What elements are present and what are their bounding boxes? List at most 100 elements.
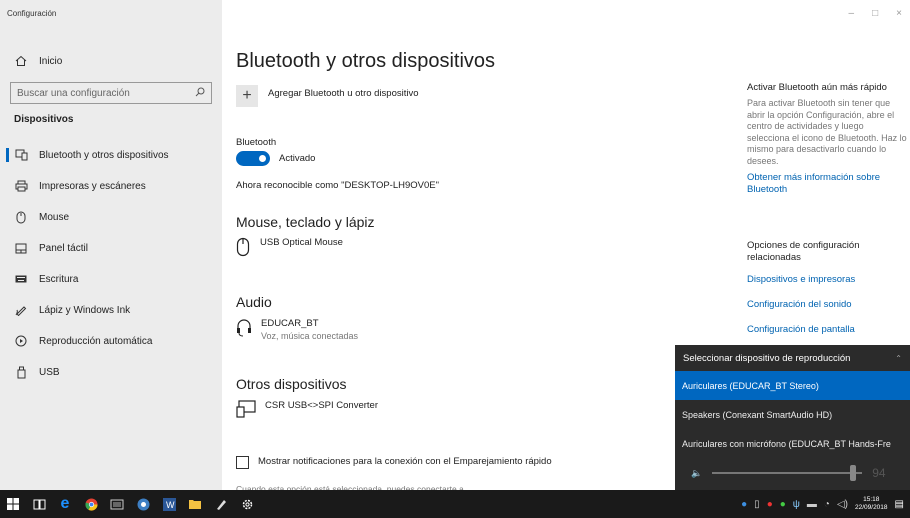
sidebar-item-printers[interactable]: Impresoras y escáneres: [0, 173, 222, 199]
sidebar-item-autoplay[interactable]: Reproducción automática: [0, 328, 222, 354]
sidebar-item-label: Bluetooth y otros dispositivos: [39, 149, 169, 161]
sidebar-item-bluetooth[interactable]: Bluetooth y otros dispositivos: [0, 142, 222, 168]
action-center-icon[interactable]: ▤: [895, 499, 904, 510]
bluetooth-toggle-row: Activado: [236, 151, 315, 166]
device-item-headset[interactable]: EDUCAR_BT Voz, música conectadas: [236, 318, 358, 343]
device-name: EDUCAR_BT: [261, 318, 319, 329]
settings-sidebar: Configuración Inicio Buscar una configur…: [0, 0, 222, 490]
related-settings-panel: Opciones de configuración relacionadas D…: [747, 240, 907, 335]
page-title: Bluetooth y otros dispositivos: [236, 50, 496, 72]
window-controls: – □ ×: [849, 8, 902, 19]
sidebar-item-label: Panel táctil: [39, 242, 88, 254]
home-icon: [14, 54, 28, 68]
link-display-settings[interactable]: Configuración de pantalla: [747, 324, 907, 335]
playback-device-item[interactable]: Auriculares (EDUCAR_BT Stereo): [675, 371, 910, 400]
tip-link[interactable]: Obtener más información sobre Bluetooth: [747, 172, 907, 196]
chevron-up-icon: ⌃: [895, 353, 902, 363]
tray-app-icon[interactable]: ●: [780, 499, 786, 510]
app-icon-blue[interactable]: [130, 490, 156, 518]
close-button[interactable]: ×: [896, 8, 902, 19]
bluetooth-toggle[interactable]: [236, 151, 270, 166]
device-item-converter[interactable]: CSR USB<>SPI Converter: [236, 400, 378, 423]
sidebar-item-pen[interactable]: Lápiz y Windows Ink: [0, 297, 222, 323]
edge-icon[interactable]: e: [52, 490, 78, 518]
sidebar-item-label: Escritura: [39, 273, 79, 285]
search-icon: [195, 87, 205, 100]
volume-slider[interactable]: [712, 465, 863, 481]
start-button[interactable]: [0, 490, 26, 518]
sidebar-item-label: Lápiz y Windows Ink: [39, 304, 131, 316]
keyboard-icon: [14, 272, 28, 286]
add-device-label: Agregar Bluetooth u otro dispositivo: [268, 87, 419, 99]
usb-icon: [14, 365, 28, 379]
related-title: Opciones de configuración relacionadas: [747, 240, 860, 263]
autoplay-icon: [14, 334, 28, 348]
battery-icon[interactable]: ▬: [807, 499, 817, 510]
volume-row: 🔈 94: [675, 458, 910, 488]
touchpad-icon: [14, 241, 28, 255]
device-icon: [236, 400, 256, 423]
mouse-icon: [14, 210, 28, 224]
link-devices-printers[interactable]: Dispositivos e impresoras: [747, 274, 907, 285]
clock[interactable]: 15:18 22/09/2018: [855, 496, 888, 512]
sidebar-item-mouse[interactable]: Mouse: [0, 204, 222, 230]
media-player-icon[interactable]: [104, 490, 130, 518]
clock-date: 22/09/2018: [855, 504, 888, 511]
sidebar-item-home[interactable]: Inicio: [0, 48, 222, 74]
device-name: CSR USB<>SPI Converter: [265, 400, 378, 411]
sidebar-item-usb[interactable]: USB: [0, 359, 222, 385]
other-section-title: Otros dispositivos: [236, 376, 347, 392]
headset-icon: [236, 318, 252, 343]
add-device-button[interactable]: + Agregar Bluetooth u otro dispositivo: [236, 85, 419, 107]
sidebar-item-label: Mouse: [39, 211, 70, 223]
sidebar-item-label: USB: [39, 366, 60, 378]
bluetooth-tray-icon[interactable]: ●: [741, 499, 747, 510]
swift-pair-label: Mostrar notificaciones para la conexión …: [258, 456, 552, 467]
sidebar-item-label: Impresoras y escáneres: [39, 180, 146, 192]
task-view-icon[interactable]: [26, 490, 52, 518]
mouse-icon: [236, 237, 250, 262]
word-icon[interactable]: W: [156, 490, 182, 518]
svg-text:W: W: [166, 500, 175, 510]
playback-device-item[interactable]: Auriculares con micrófono (EDUCAR_BT Han…: [675, 429, 910, 458]
paint-icon[interactable]: [208, 490, 234, 518]
volume-tray-icon[interactable]: ◁): [837, 499, 848, 510]
playback-device-flyout: Seleccionar dispositivo de reproducción …: [675, 345, 910, 490]
bluetooth-state: Activado: [279, 153, 316, 164]
swift-pair-row: Mostrar notificaciones para la conexión …: [236, 456, 566, 469]
playback-device-item[interactable]: Speakers (Conexant SmartAudio HD): [675, 400, 910, 429]
bluetooth-device-icon: [14, 148, 28, 162]
plus-icon: +: [236, 85, 258, 107]
sidebar-item-label: Inicio: [39, 55, 63, 67]
flyout-header[interactable]: Seleccionar dispositivo de reproducción …: [675, 345, 910, 371]
volume-value: 94: [872, 466, 886, 480]
search-input[interactable]: Buscar una configuración: [10, 82, 212, 104]
device-status: Voz, música conectadas: [261, 331, 359, 341]
mouse-section-title: Mouse, teclado y lápiz: [236, 214, 375, 230]
link-sound-settings[interactable]: Configuración del sonido: [747, 299, 907, 310]
network-icon[interactable]: ◔: [824, 499, 830, 510]
swift-pair-checkbox[interactable]: [236, 456, 249, 469]
flyout-title: Seleccionar dispositivo de reproducción: [683, 352, 851, 364]
settings-gear-icon[interactable]: [234, 490, 260, 518]
volume-slider-thumb[interactable]: [850, 465, 857, 481]
sidebar-item-touchpad[interactable]: Panel táctil: [0, 235, 222, 261]
usb-tray-icon[interactable]: ψ: [793, 499, 800, 510]
tray-icon[interactable]: ▯: [754, 499, 760, 510]
discoverable-text: Ahora reconocible como "DESKTOP-LH9OV0E": [236, 180, 439, 191]
minimize-button[interactable]: –: [849, 8, 855, 19]
sidebar-item-typing[interactable]: Escritura: [0, 266, 222, 292]
device-item-mouse[interactable]: USB Optical Mouse: [236, 237, 343, 262]
sidebar-section-title: Dispositivos: [14, 114, 74, 125]
tip-text: Para activar Bluetooth sin tener que abr…: [747, 98, 907, 166]
search-placeholder: Buscar una configuración: [17, 87, 130, 99]
system-tray: ● ▯ ● ● ψ ▬ ◔ ◁) 15:18 22/09/2018 ▤: [741, 490, 904, 518]
chrome-icon[interactable]: [78, 490, 104, 518]
app-title: Configuración: [7, 9, 57, 18]
antivirus-tray-icon[interactable]: ●: [767, 499, 773, 510]
file-explorer-icon[interactable]: [182, 490, 208, 518]
tip-title: Activar Bluetooth aún más rápido: [747, 82, 887, 93]
maximize-button[interactable]: □: [872, 8, 878, 19]
taskbar: e W ● ▯ ● ● ψ ▬ ◔ ◁) 15:18 22/09/2018 ▤: [0, 490, 910, 518]
speaker-icon: 🔈: [691, 467, 703, 478]
